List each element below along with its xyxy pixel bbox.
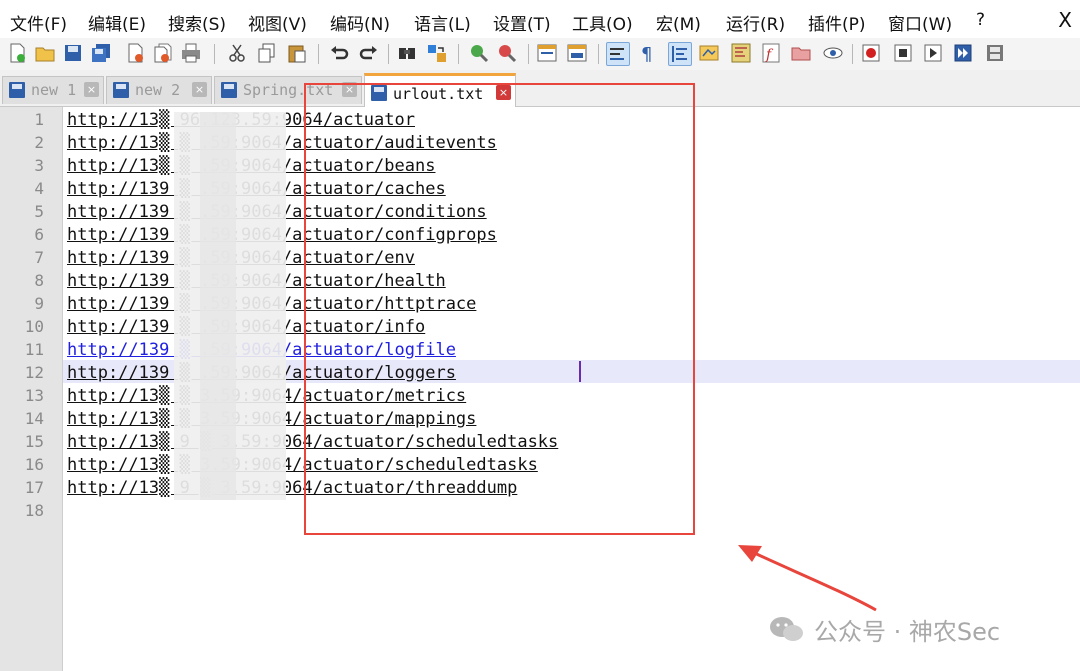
menu-help[interactable]: ?	[976, 10, 985, 30]
redo-icon[interactable]	[358, 42, 380, 64]
svg-text:¶: ¶	[641, 44, 652, 64]
line-number: 1	[34, 110, 44, 129]
menu-bar: 文件(F) 编辑(E) 搜索(S) 视图(V) 编码(N) 语言(L) 设置(T…	[0, 0, 1080, 39]
sync-horizontal-icon[interactable]	[566, 42, 588, 64]
line-number: 10	[24, 317, 44, 336]
wechat-icon	[770, 617, 803, 641]
find-icon[interactable]	[396, 42, 418, 64]
line-number: 6	[34, 225, 44, 244]
line-number: 16	[24, 455, 44, 474]
saved-file-icon	[221, 82, 237, 98]
close-tab-icon[interactable]: ×	[84, 82, 99, 97]
play-macro-icon[interactable]	[922, 42, 944, 64]
menu-run[interactable]: 运行(R)	[726, 10, 785, 35]
indent-guide-icon[interactable]	[668, 42, 692, 66]
line-number: 18	[24, 501, 44, 520]
menu-plugins[interactable]: 插件(P)	[808, 10, 866, 35]
folder-workspace-icon[interactable]	[790, 42, 812, 64]
line-number: 13	[24, 386, 44, 405]
open-file-icon[interactable]	[34, 42, 56, 64]
copy-icon[interactable]	[256, 42, 278, 64]
stop-macro-icon[interactable]	[892, 42, 914, 64]
menu-file[interactable]: 文件(F)	[10, 10, 67, 35]
menu-window[interactable]: 窗口(W)	[888, 10, 952, 35]
line-number: 9	[34, 294, 44, 313]
close-icon[interactable]	[124, 42, 146, 64]
doc-map-icon[interactable]	[730, 42, 752, 64]
close-tab-icon[interactable]: ×	[192, 82, 207, 97]
line-number: 14	[24, 409, 44, 428]
word-wrap-icon[interactable]	[606, 42, 630, 66]
line-number: 17	[24, 478, 44, 497]
cut-icon[interactable]	[226, 42, 248, 64]
new-file-icon[interactable]	[6, 42, 28, 64]
menu-search[interactable]: 搜索(S)	[168, 10, 226, 35]
line-number: 12	[24, 363, 44, 382]
line-number: 8	[34, 271, 44, 290]
zoom-out-icon[interactable]	[496, 42, 518, 64]
line-number: 7	[34, 248, 44, 267]
tab-label: new 2	[135, 81, 181, 99]
paste-icon[interactable]	[286, 42, 308, 64]
show-all-chars-icon[interactable]: ¶	[636, 42, 658, 64]
line-number: 3	[34, 156, 44, 175]
sync-vertical-icon[interactable]	[536, 42, 558, 64]
menu-tools[interactable]: 工具(O)	[572, 10, 633, 35]
line-number: 2	[34, 133, 44, 152]
tab-label: new 1	[31, 81, 77, 99]
save-icon[interactable]	[62, 42, 84, 64]
saved-file-icon	[113, 82, 129, 98]
close-window-button[interactable]: X	[1058, 8, 1072, 32]
save-all-icon[interactable]	[90, 42, 112, 64]
run-macro-multiple-icon[interactable]	[952, 42, 974, 64]
save-macro-icon[interactable]	[984, 42, 1006, 64]
monitoring-icon[interactable]	[822, 42, 844, 64]
tab-new-2[interactable]: new 2 ×	[106, 76, 212, 104]
undo-icon[interactable]	[328, 42, 350, 64]
annotation-highlight-box	[304, 83, 695, 535]
udl-icon[interactable]	[698, 42, 720, 64]
line-number: 15	[24, 432, 44, 451]
menu-encoding[interactable]: 编码(N)	[330, 10, 390, 35]
menu-settings[interactable]: 设置(T)	[493, 10, 551, 35]
function-list-icon[interactable]: f	[760, 42, 782, 64]
replace-icon[interactable]	[426, 42, 448, 64]
saved-file-icon	[9, 82, 25, 98]
line-number-gutter[interactable]: 1 2 3 4 5 6 7 8 9 10 11 12 13 14 15 16 1…	[0, 107, 63, 671]
line-number: 11	[24, 340, 44, 359]
menu-language[interactable]: 语言(L)	[414, 10, 471, 35]
line-number: 5	[34, 202, 44, 221]
close-all-icon[interactable]	[152, 42, 174, 64]
watermark-text: 公众号 · 神农Sec	[814, 618, 1001, 646]
record-macro-icon[interactable]	[860, 42, 882, 64]
menu-macro[interactable]: 宏(M)	[656, 10, 701, 35]
redaction-blur-strip	[200, 112, 236, 500]
zoom-in-icon[interactable]	[468, 42, 490, 64]
toolbar: ¶ f	[0, 38, 1080, 71]
menu-edit[interactable]: 编辑(E)	[88, 10, 146, 35]
tab-new-1[interactable]: new 1 ×	[2, 76, 104, 104]
menu-view[interactable]: 视图(V)	[248, 10, 307, 35]
line-number: 4	[34, 179, 44, 198]
print-icon[interactable]	[180, 42, 202, 64]
